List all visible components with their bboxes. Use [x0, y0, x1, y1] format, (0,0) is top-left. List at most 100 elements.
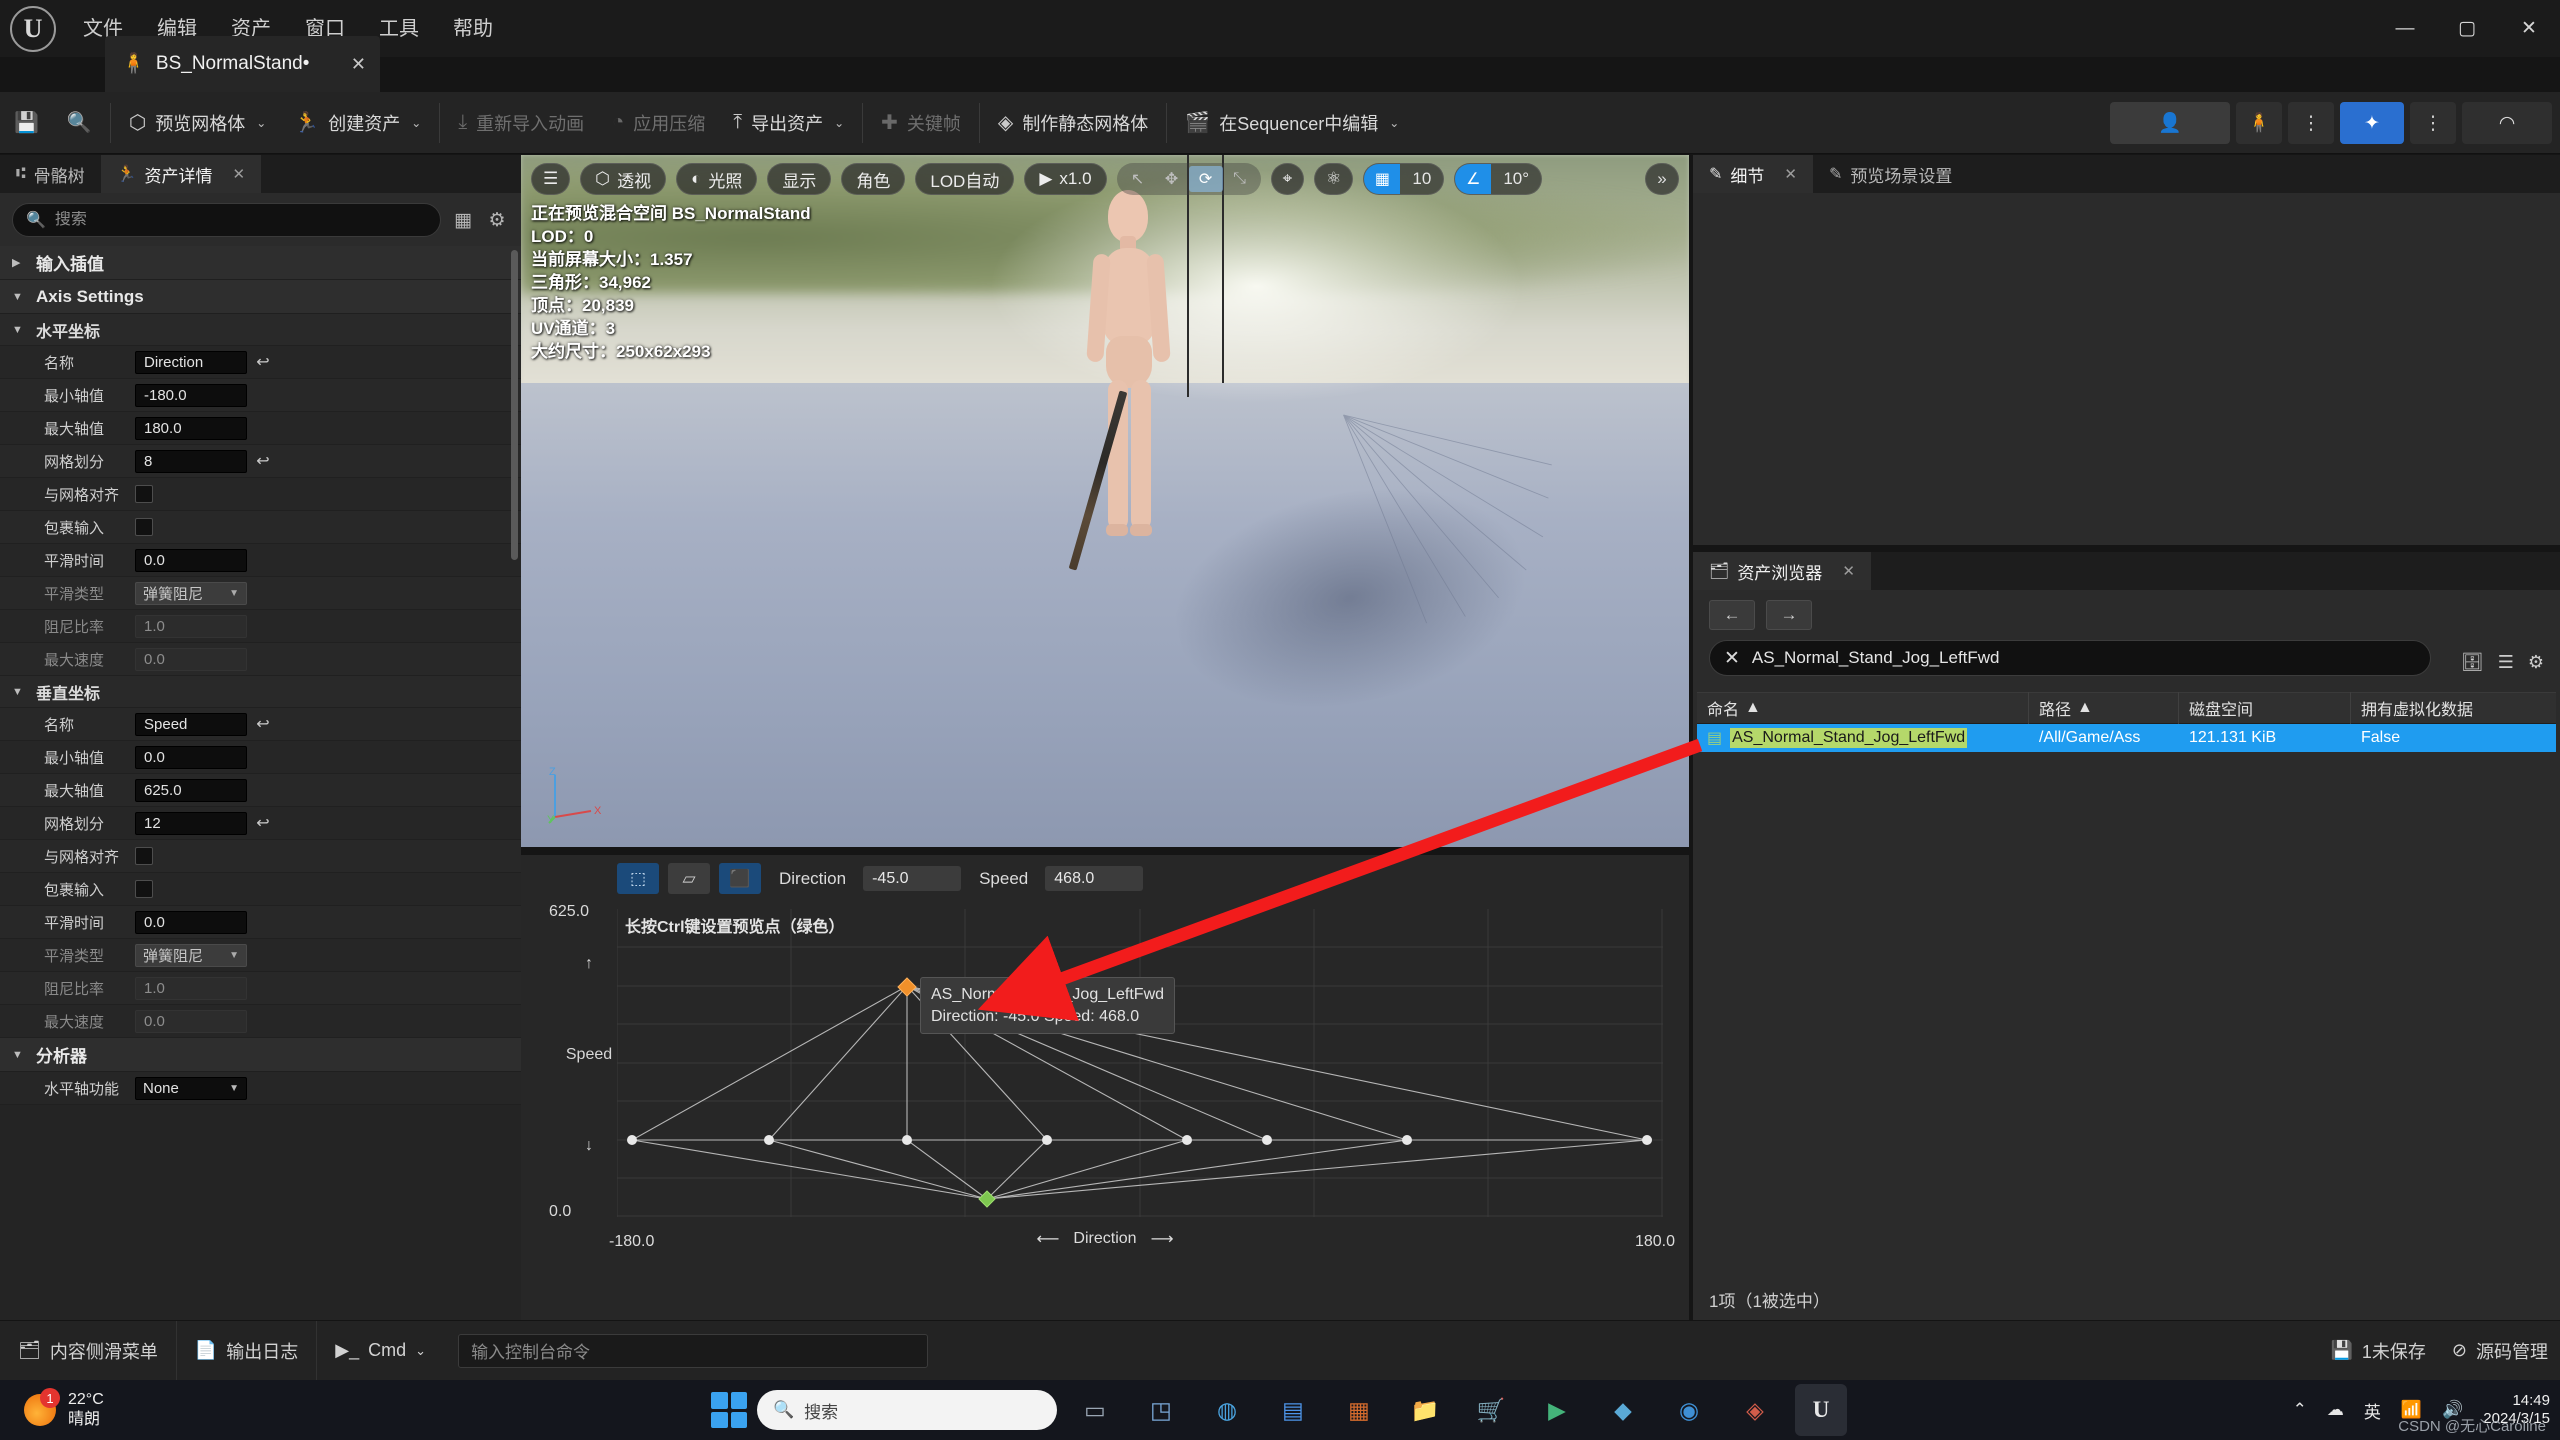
- grid-snap-control[interactable]: ▦ 10: [1363, 163, 1445, 195]
- property-section-header[interactable]: ▶ 输入插值: [0, 246, 521, 280]
- weather-widget[interactable]: 1 22°C 晴朗: [0, 1388, 104, 1430]
- folder-icon[interactable]: 🗄: [2461, 652, 2484, 673]
- make-static-mesh-button[interactable]: ◈ 制作静态网格体: [984, 99, 1162, 147]
- property-checkbox[interactable]: [135, 847, 153, 865]
- property-input[interactable]: 180.0: [135, 416, 247, 440]
- scale-icon[interactable]: ⤡: [1223, 166, 1257, 192]
- apply-compression-button[interactable]: ◔ 应用压缩: [598, 99, 719, 147]
- close-icon[interactable]: ✕: [233, 165, 246, 183]
- property-input[interactable]: 0.0: [135, 745, 247, 769]
- blend-space-graph-panel[interactable]: ⬚ ▱ ⬛ Direction -45.0 Speed 468.0 625.0 …: [521, 855, 1689, 1320]
- column-header-name[interactable]: 命名 ▲: [1697, 692, 2029, 724]
- show-triangulation-button[interactable]: ⬚: [617, 863, 659, 894]
- property-section-header[interactable]: ▼ Axis Settings: [0, 280, 521, 314]
- property-subsection-header[interactable]: ▼ 水平坐标: [0, 314, 521, 346]
- close-icon[interactable]: ✕: [1784, 165, 1797, 183]
- property-checkbox[interactable]: [135, 518, 153, 536]
- property-input[interactable]: -180.0: [135, 383, 247, 407]
- viewport-menu-button[interactable]: ☰: [531, 163, 571, 195]
- edit-in-sequencer-button[interactable]: 🎬 在Sequencer中编辑 ⌄: [1171, 99, 1413, 147]
- more-options-button[interactable]: ⋮: [2410, 102, 2456, 144]
- cmd-button[interactable]: ▶_ Cmd ⌄: [317, 1321, 444, 1381]
- close-icon[interactable]: ✕: [321, 54, 366, 75]
- property-dropdown[interactable]: 弹簧阻尼 ▼: [135, 581, 247, 605]
- graph-plot-area[interactable]: 长按Ctrl键设置预览点（绿色） AS_Normal_Stand_Jog_Lef…: [617, 909, 1663, 1217]
- property-input[interactable]: 0.0: [135, 910, 247, 934]
- perspective-button[interactable]: ⬡ 透视: [580, 163, 667, 195]
- play-rate-button[interactable]: ▶ x1.0: [1024, 163, 1107, 195]
- grid-icon[interactable]: ▦: [1364, 164, 1401, 194]
- windows-logo-icon[interactable]: [711, 1392, 747, 1428]
- browser-icon[interactable]: ◉: [1663, 1384, 1715, 1436]
- app-red-icon[interactable]: ◈: [1729, 1384, 1781, 1436]
- code-editor-icon[interactable]: ◆: [1597, 1384, 1649, 1436]
- preview-point-button[interactable]: ⬛: [719, 863, 761, 894]
- platforms-button[interactable]: 👤: [2110, 102, 2230, 144]
- properties-scrollbar[interactable]: [511, 250, 518, 560]
- angle-icon[interactable]: ∠: [1455, 164, 1492, 194]
- property-input[interactable]: 0.0: [135, 647, 247, 671]
- gear-icon[interactable]: ⚙: [2528, 652, 2544, 673]
- property-input[interactable]: 625.0: [135, 778, 247, 802]
- tab-details[interactable]: ✎ 细节 ✕: [1693, 155, 1813, 193]
- asset-search-box[interactable]: ✕: [1709, 640, 2431, 676]
- unsaved-indicator[interactable]: 💾 1未保存: [2330, 1338, 2425, 1364]
- close-icon[interactable]: ✕: [1842, 562, 1855, 580]
- reset-to-default-icon[interactable]: ↩: [247, 352, 279, 372]
- property-dropdown[interactable]: None ▼: [135, 1076, 247, 1100]
- app-orange-icon[interactable]: ▦: [1333, 1384, 1385, 1436]
- keyframe-button[interactable]: ✚ 关键帧: [867, 99, 975, 147]
- property-input[interactable]: 8: [135, 449, 247, 473]
- cloud-icon[interactable]: ☁: [2327, 1400, 2344, 1420]
- character-button[interactable]: 🧍: [2236, 102, 2282, 144]
- export-asset-button[interactable]: ⤒ 导出资产 ⌄: [719, 99, 858, 147]
- move-icon[interactable]: ✥: [1155, 166, 1189, 192]
- search-input[interactable]: [54, 211, 427, 229]
- property-checkbox[interactable]: [135, 880, 153, 898]
- tab-skeleton-tree[interactable]: ⑆ 骨骼树: [0, 155, 101, 193]
- folder-icon[interactable]: 📁: [1399, 1384, 1451, 1436]
- property-input[interactable]: 1.0: [135, 976, 247, 1000]
- rightmost-button[interactable]: ◠: [2462, 102, 2552, 144]
- gear-icon[interactable]: ⚙: [485, 209, 509, 232]
- column-header-path[interactable]: 路径 ▲: [2029, 692, 2179, 724]
- overflow-button[interactable]: ⋮: [2288, 102, 2334, 144]
- angle-snap-control[interactable]: ∠ 10°: [1454, 163, 1543, 195]
- task-view-icon[interactable]: ▭: [1069, 1384, 1121, 1436]
- graph-speed-input[interactable]: 468.0: [1045, 866, 1144, 891]
- property-input[interactable]: Direction: [135, 350, 247, 374]
- console-command-input[interactable]: 输入控制台命令: [458, 1333, 929, 1368]
- tab-preview-scene-settings[interactable]: ✎ 预览场景设置: [1812, 155, 1969, 193]
- widgets-icon[interactable]: ◳: [1135, 1384, 1187, 1436]
- taskbar-search-box[interactable]: 🔍 搜索: [757, 1390, 1057, 1430]
- store-icon[interactable]: 🛒: [1465, 1384, 1517, 1436]
- show-labels-button[interactable]: ▱: [668, 863, 710, 894]
- reset-to-default-icon[interactable]: ↩: [247, 813, 279, 833]
- asset-search-input[interactable]: [1751, 648, 2416, 668]
- grid-snap-value[interactable]: 10: [1400, 169, 1443, 189]
- reset-to-default-icon[interactable]: ↩: [247, 451, 279, 471]
- forward-button[interactable]: →: [1766, 600, 1812, 630]
- property-dropdown[interactable]: 弹簧阻尼 ▼: [135, 943, 247, 967]
- lod-button[interactable]: LOD自动: [915, 163, 1015, 195]
- file-explorer-blue-icon[interactable]: ▤: [1267, 1384, 1319, 1436]
- save-button[interactable]: 💾: [0, 99, 53, 147]
- unreal-engine-icon[interactable]: U: [1795, 1384, 1847, 1436]
- character-menu-button[interactable]: 角色: [841, 163, 906, 195]
- chat-icon[interactable]: ◍: [1201, 1384, 1253, 1436]
- preview-mesh-button[interactable]: ⬡ 预览网格体 ⌄: [115, 99, 281, 147]
- select-arrow-icon[interactable]: ↖: [1121, 166, 1155, 192]
- source-control-button[interactable]: ⊘ 源码管理: [2452, 1338, 2548, 1364]
- property-input[interactable]: 0.0: [135, 548, 247, 572]
- property-checkbox[interactable]: [135, 485, 153, 503]
- property-subsection-header[interactable]: ▼ 垂直坐标: [0, 676, 521, 708]
- content-drawer-button[interactable]: 🗂 内容侧滑菜单: [0, 1320, 177, 1381]
- property-input[interactable]: 1.0: [135, 614, 247, 638]
- clear-icon[interactable]: ✕: [1724, 647, 1740, 670]
- column-header-virtualized[interactable]: 拥有虚拟化数据: [2351, 692, 2556, 724]
- media-player-icon[interactable]: ▶: [1531, 1384, 1583, 1436]
- property-input[interactable]: 12: [135, 811, 247, 835]
- chevron-up-icon[interactable]: ⌃: [2293, 1400, 2307, 1420]
- graph-direction-input[interactable]: -45.0: [863, 866, 962, 891]
- table-row[interactable]: ▤ AS_Normal_Stand_Jog_LeftFwd /All/Game/…: [1697, 724, 2556, 752]
